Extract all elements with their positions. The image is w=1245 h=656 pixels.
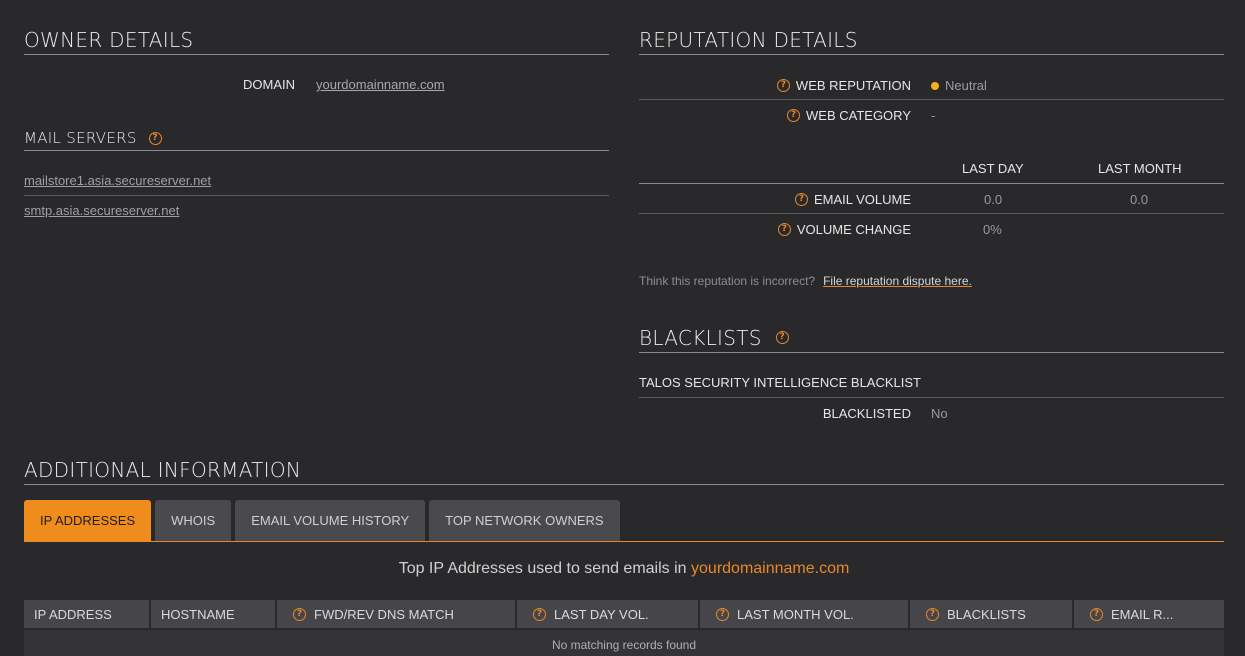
ip-table-empty-row: No matching records found bbox=[24, 630, 1224, 656]
column-label: IP ADDRESS bbox=[34, 606, 112, 622]
help-icon[interactable]: ? bbox=[533, 607, 546, 621]
help-icon[interactable]: ? bbox=[775, 331, 789, 344]
dispute-link[interactable]: File reputation dispute here. bbox=[823, 274, 972, 288]
column-blacklists[interactable]: ? BLACKLISTS bbox=[910, 600, 1072, 628]
email-volume-label: EMAIL VOLUME bbox=[813, 192, 911, 207]
mail-servers-header: MAIL SERVERS ? bbox=[24, 128, 609, 151]
mail-server-link[interactable]: mailstore1.asia.secureserver.net bbox=[24, 166, 609, 196]
page: OWNER DETAILS DOMAIN yourdomainname.com … bbox=[0, 0, 1245, 656]
volume-change-last-day: 0% bbox=[983, 222, 1002, 237]
mail-servers-section: MAIL SERVERS ? bbox=[24, 128, 609, 151]
volume-change-row: ? VOLUME CHANGE 0% bbox=[639, 214, 1224, 244]
domain-label: DOMAIN bbox=[243, 77, 295, 92]
help-icon[interactable]: ? bbox=[777, 223, 791, 236]
ip-caption: Top IP Addresses used to send emails in … bbox=[24, 560, 1224, 578]
column-label: FWD/REV DNS MATCH bbox=[314, 606, 454, 622]
column-label: LAST MONTH VOL. bbox=[737, 606, 854, 622]
col-last-day: LAST DAY bbox=[962, 161, 1024, 176]
empty-message: No matching records found bbox=[551, 638, 697, 652]
column-label: EMAIL R... bbox=[1111, 606, 1174, 622]
blacklists-title: BLACKLISTS bbox=[639, 325, 762, 350]
blacklisted-row: BLACKLISTED No bbox=[639, 398, 1224, 428]
column-last-month-vol[interactable]: ? LAST MONTH VOL. bbox=[700, 600, 908, 628]
email-volume-last-day: 0.0 bbox=[984, 192, 1003, 207]
help-icon[interactable]: ? bbox=[776, 79, 790, 92]
tab-email-volume-history[interactable]: EMAIL VOLUME HISTORY bbox=[235, 500, 426, 541]
column-label: LAST DAY VOL. bbox=[554, 606, 649, 622]
tab-top-network-owners[interactable]: TOP NETWORK OWNERS bbox=[429, 500, 620, 541]
web-reputation-row: ? WEB REPUTATION Neutral bbox=[639, 70, 1224, 100]
web-reputation-label-group: ? WEB REPUTATION bbox=[776, 78, 911, 93]
web-reputation-value-group: Neutral bbox=[931, 78, 987, 93]
reputation-details-section: REPUTATION DETAILS bbox=[639, 28, 1224, 55]
ip-caption-domain[interactable]: yourdomainname.com bbox=[691, 560, 849, 577]
help-icon[interactable]: ? bbox=[716, 607, 729, 621]
ip-caption-text: Top IP Addresses used to send emails in bbox=[398, 560, 687, 577]
dispute-text: Think this reputation is incorrect? bbox=[639, 274, 816, 288]
web-reputation-value: Neutral bbox=[945, 78, 987, 93]
column-label: HOSTNAME bbox=[161, 606, 235, 622]
blacklists-header: BLACKLISTS ? bbox=[639, 325, 1224, 353]
tab-whois[interactable]: WHOIS bbox=[155, 500, 232, 541]
tab-ip-addresses[interactable]: IP ADDRESSES bbox=[24, 500, 152, 541]
column-email-reputation[interactable]: ? EMAIL R... bbox=[1074, 600, 1224, 628]
talos-blacklist-heading: TALOS SECURITY INTELLIGENCE BLACKLIST bbox=[639, 375, 1224, 398]
blacklisted-label: BLACKLISTED bbox=[822, 406, 911, 421]
email-volume-last-month: 0.0 bbox=[1130, 192, 1149, 207]
help-icon[interactable]: ? bbox=[148, 131, 162, 145]
mail-server-link[interactable]: smtp.asia.secureserver.net bbox=[24, 196, 609, 226]
additional-information-section: ADDITIONAL INFORMATION bbox=[24, 457, 1224, 485]
help-icon[interactable]: ? bbox=[1090, 607, 1103, 621]
volume-change-label-group: ? VOLUME CHANGE bbox=[777, 222, 911, 237]
reputation-details-title: REPUTATION DETAILS bbox=[639, 28, 1224, 55]
web-category-label: WEB CATEGORY bbox=[806, 108, 911, 123]
web-category-value: - bbox=[931, 108, 936, 123]
help-icon[interactable]: ? bbox=[293, 607, 306, 621]
ip-table-header: IP ADDRESS HOSTNAME ? FWD/REV DNS MATCH … bbox=[24, 600, 1224, 628]
blacklists-section: BLACKLISTS ? bbox=[639, 325, 1224, 353]
help-icon[interactable]: ? bbox=[926, 607, 939, 621]
email-volume-row: ? EMAIL VOLUME 0.0 0.0 bbox=[639, 184, 1224, 214]
help-icon[interactable]: ? bbox=[787, 109, 801, 122]
email-volume-label-group: ? EMAIL VOLUME bbox=[794, 192, 911, 207]
volume-change-label: VOLUME CHANGE bbox=[796, 222, 911, 237]
web-category-row: ? WEB CATEGORY - bbox=[639, 100, 1224, 130]
column-last-day-vol[interactable]: ? LAST DAY VOL. bbox=[517, 600, 698, 628]
web-category-label-group: ? WEB CATEGORY bbox=[787, 108, 911, 123]
blacklisted-value: No bbox=[931, 406, 948, 421]
column-ip-address[interactable]: IP ADDRESS bbox=[24, 600, 149, 628]
owner-details-title: OWNER DETAILS bbox=[24, 28, 609, 55]
status-dot-icon bbox=[931, 81, 939, 90]
dispute-line: Think this reputation is incorrect? File … bbox=[639, 274, 972, 288]
owner-details-section: OWNER DETAILS bbox=[24, 28, 609, 55]
mail-servers-title: MAIL SERVERS bbox=[24, 129, 137, 147]
column-hostname[interactable]: HOSTNAME bbox=[151, 600, 275, 628]
col-last-month: LAST MONTH bbox=[1098, 161, 1182, 176]
column-dns-match[interactable]: ? FWD/REV DNS MATCH bbox=[277, 600, 515, 628]
info-tabs: IP ADDRESSES WHOIS EMAIL VOLUME HISTORY … bbox=[24, 500, 1224, 542]
web-reputation-label: WEB REPUTATION bbox=[795, 78, 911, 93]
mail-servers-list: mailstore1.asia.secureserver.net smtp.as… bbox=[24, 166, 609, 226]
domain-link[interactable]: yourdomainname.com bbox=[316, 77, 445, 92]
domain-row: DOMAIN yourdomainname.com bbox=[24, 76, 609, 94]
additional-information-title: ADDITIONAL INFORMATION bbox=[24, 457, 1224, 485]
column-label: BLACKLISTS bbox=[947, 606, 1026, 622]
help-icon[interactable]: ? bbox=[794, 193, 808, 206]
volume-table-header: LAST DAY LAST MONTH bbox=[639, 160, 1224, 184]
